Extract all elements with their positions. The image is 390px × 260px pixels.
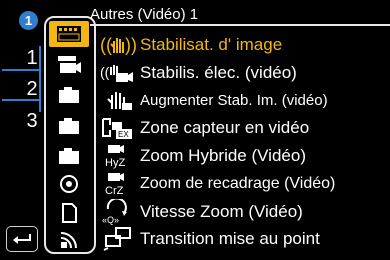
menu-item-boost-stabilisation[interactable]: Augmenter Stab. Im. (vidéo) [100, 88, 328, 114]
video-camera-icon [58, 56, 81, 73]
menu-item-crop-zoom[interactable]: CrZ Zoom de recadrage (Vidéo) [100, 171, 335, 197]
menu-item-label: Zone capteur en vidéo [140, 118, 310, 137]
svg-text:CrZ: CrZ [105, 185, 124, 197]
tab-memory-card[interactable] [49, 200, 89, 226]
svg-text:HyZ: HyZ [105, 157, 125, 169]
svg-text:((: (( [100, 64, 110, 80]
svg-text:((: (( [100, 35, 112, 55]
back-arrow-icon [13, 234, 31, 244]
page-title: Autres (Vidéo) 1 [90, 6, 199, 23]
playback-circle-icon [60, 175, 78, 193]
tab-camera-1[interactable] [49, 82, 89, 108]
menu-item-sensor-area[interactable]: EX Zone capteur en vidéo [100, 115, 309, 141]
svg-text:)): )) [125, 35, 136, 55]
camera-icon [59, 118, 79, 134]
title-divider [90, 24, 390, 26]
tab-wireless[interactable] [49, 227, 89, 253]
menu-item-elec-stabilisation[interactable]: (( Stabilis. élec. (vidéo) [100, 60, 297, 86]
camera-icon [59, 87, 79, 103]
menu-item-label: Stabilis. élec. (vidéo) [140, 63, 297, 82]
page-number-1[interactable]: 1 [22, 48, 42, 68]
video-film-icon [57, 26, 81, 42]
boost-stabilizer-icon [100, 88, 140, 114]
hand-shake-icon: (( )) [100, 32, 140, 58]
wireless-signal-icon [60, 232, 77, 249]
tab-video-camera[interactable] [49, 51, 89, 77]
tab-camera-3[interactable] [49, 143, 89, 169]
menu-item-focus-transition[interactable]: Transition mise au point [100, 226, 320, 252]
svg-text:EX: EX [118, 130, 129, 139]
zoom-speed-icon: «Q» [100, 199, 140, 225]
menu-item-label: Zoom de recadrage (Vidéo) [140, 175, 336, 192]
menu-item-label: Transition mise au point [140, 229, 320, 248]
tab-camera-2[interactable] [49, 113, 89, 139]
back-button[interactable] [6, 226, 38, 252]
page-number-2[interactable]: 2 [22, 79, 42, 99]
electronic-stabilizer-icon: (( [100, 60, 140, 86]
memory-card-icon [62, 203, 77, 223]
hybrid-zoom-icon: HyZ [100, 143, 140, 169]
tab-video-film[interactable] [49, 21, 89, 47]
menu-item-label: Augmenter Stab. Im. (vidéo) [140, 92, 328, 109]
menu-item-label: Vitesse Zoom (Vidéo) [140, 202, 303, 221]
focus-transition-icon [100, 226, 140, 252]
page-number-3[interactable]: 3 [22, 111, 42, 131]
camera-icon [59, 148, 79, 164]
menu-item-zoom-speed[interactable]: «Q» Vitesse Zoom (Vidéo) [100, 199, 303, 225]
menu-item-hybrid-zoom[interactable]: HyZ Zoom Hybride (Vidéo) [100, 143, 306, 169]
sensor-area-icon: EX [100, 115, 140, 141]
menu-item-label: Stabilisat. d' image [140, 35, 283, 54]
menu-item-stabilisation[interactable]: (( )) Stabilisat. d' image [100, 32, 282, 58]
menu-item-label: Zoom Hybride (Vidéo) [140, 146, 306, 165]
crop-zoom-icon: CrZ [100, 171, 140, 197]
tab-playback[interactable] [49, 171, 89, 197]
svg-text:«Q»: «Q» [102, 215, 119, 225]
